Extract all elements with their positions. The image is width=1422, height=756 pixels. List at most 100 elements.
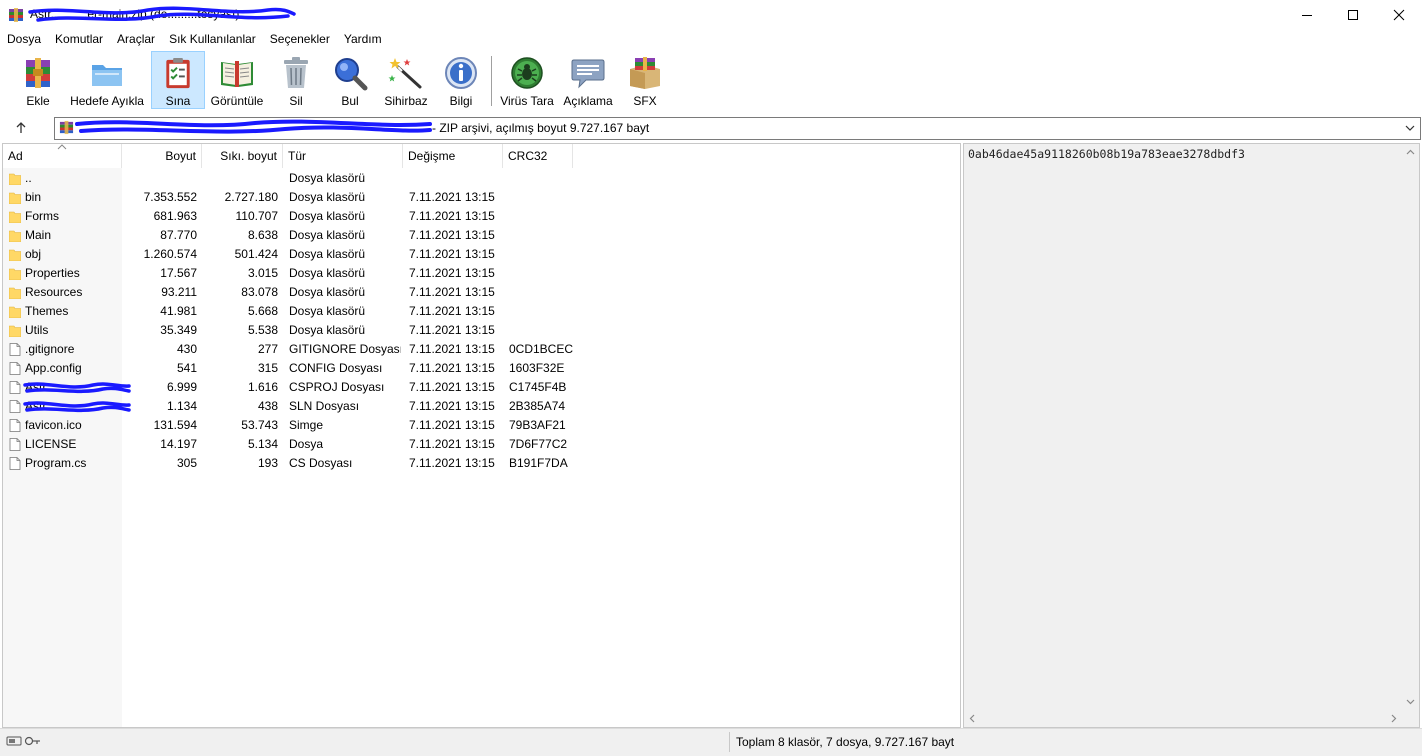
file-size: 681.963 — [153, 209, 197, 223]
file-icon — [9, 381, 21, 394]
up-folder-button[interactable] — [10, 118, 32, 138]
horizontal-scrollbar[interactable] — [964, 710, 1402, 727]
file-name: favicon.ico — [25, 418, 82, 432]
virus-scan-icon — [511, 57, 543, 89]
file-type: SLN Dosyası — [289, 399, 360, 413]
sort-up-icon — [57, 144, 67, 150]
menu-sik-kullanilanlar[interactable]: Sık Kullanılanlar — [162, 30, 263, 49]
file-row[interactable]: .. Dosya klasörü — [3, 169, 960, 188]
folder-icon — [9, 192, 21, 204]
minimize-button[interactable] — [1284, 0, 1330, 30]
sfx-button[interactable]: SFX — [622, 50, 668, 110]
find-button[interactable]: Bul — [328, 50, 372, 110]
find-magnifier-icon — [335, 58, 368, 91]
file-row[interactable]: obj 1.260.574 501.424 Dosya klasörü 7.11.202… — [3, 245, 960, 264]
file-name: LICENSE — [25, 437, 77, 451]
file-row[interactable]: Properties 17.567 3.015 Dosya klasörü 7.11.2… — [3, 264, 960, 283]
extract-to-button[interactable]: Hedefe Ayıkla — [68, 50, 146, 110]
add-button[interactable]: Ekle — [14, 50, 62, 110]
virus-scan-button[interactable]: Virüs Tara — [499, 50, 555, 110]
address-bar: - ZIP arşivi, açılmış boyut 9.727.167 ba… — [0, 115, 1422, 140]
test-button[interactable]: Sına — [151, 51, 205, 109]
folder-icon — [9, 249, 21, 261]
file-row[interactable]: Astr......... 6.999 1.616 CSPROJ Dosyası 7.1… — [3, 378, 960, 397]
file-row[interactable]: Astr......... 1.134 438 SLN Dosyası 7.11.202… — [3, 397, 960, 416]
view-button[interactable]: Görüntüle — [208, 50, 266, 110]
column-header-type[interactable]: Tür — [283, 144, 403, 168]
wizard-button[interactable]: Sihirbaz — [381, 50, 431, 110]
file-packed-size: 110.707 — [235, 209, 279, 223]
file-row[interactable]: Program.cs 305 193 CS Dosyası 7.11.2021 13:1… — [3, 454, 960, 473]
file-type: Dosya klasörü — [289, 247, 366, 261]
view-book-icon — [221, 61, 253, 87]
file-name: Program.cs — [25, 456, 87, 470]
find-label: Bul — [341, 94, 359, 108]
info-icon — [445, 57, 477, 89]
close-button[interactable] — [1376, 0, 1422, 30]
delete-label: Sil — [289, 94, 303, 108]
file-crc32: 2B385A74 — [509, 399, 566, 413]
file-list[interactable]: Ad Boyut Sıkı. boyut Tür Değişme CRC32 .… — [2, 143, 961, 728]
file-row[interactable]: bin 7.353.552 2.727.180 Dosya klasörü 7.11.2… — [3, 188, 960, 207]
file-modified: 7.11.2021 13:15 — [409, 342, 495, 356]
status-summary: Toplam 8 klasör, 7 dosya, 9.727.167 bayt — [736, 735, 955, 749]
file-icon — [9, 343, 21, 356]
file-size: 41.981 — [160, 304, 197, 318]
extract-folder-icon — [92, 65, 122, 86]
comment-button[interactable]: Açıklama — [561, 50, 615, 110]
column-header-modified[interactable]: Değişme — [403, 144, 503, 168]
address-combobox[interactable]: - ZIP arşivi, açılmış boyut 9.727.167 ba… — [54, 117, 1421, 140]
archive-comment-text: 0ab46dae45a9118260b08b19a783eae3278dbdf3 — [968, 147, 1245, 161]
comment-icon — [571, 59, 605, 89]
file-type: Dosya klasörü — [289, 304, 366, 318]
info-button[interactable]: Bilgi — [440, 50, 482, 110]
folder-icon — [9, 287, 21, 299]
file-modified: 7.11.2021 13:15 — [409, 456, 495, 470]
scroll-up-arrow-icon[interactable] — [1402, 144, 1419, 161]
menu-dosya[interactable]: Dosya — [0, 30, 48, 49]
file-row[interactable]: .gitignore 430 277 GITIGNORE Dosyası 7.11.20… — [3, 340, 960, 359]
maximize-icon — [1348, 10, 1358, 20]
file-row[interactable]: Main 87.770 8.638 Dosya klasörü 7.11.2021 13… — [3, 226, 960, 245]
file-name: Astr......... — [25, 399, 76, 413]
maximize-button[interactable] — [1330, 0, 1376, 30]
title-bar[interactable]: Astr...........er-main.zip (de.........t… — [0, 0, 1422, 30]
vertical-scrollbar[interactable] — [1402, 144, 1419, 710]
file-packed-size: 193 — [257, 456, 278, 470]
delete-button[interactable]: Sil — [274, 50, 318, 110]
test-label: Sına — [165, 94, 191, 108]
scroll-down-arrow-icon[interactable] — [1402, 693, 1419, 710]
menu-yardim[interactable]: Yardım — [337, 30, 389, 49]
menu-komutlar[interactable]: Komutlar — [48, 30, 110, 49]
file-type: Dosya — [289, 437, 324, 451]
toolbar-separator — [491, 56, 492, 106]
file-row[interactable]: App.config 541 315 CONFIG Dosyası 7.11.2021 … — [3, 359, 960, 378]
file-row[interactable]: LICENSE 14.197 5.134 Dosya 7.11.2021 13:15 7D… — [3, 435, 960, 454]
menu-araclar[interactable]: Araçlar — [110, 30, 162, 49]
file-crc32 — [509, 264, 575, 283]
file-packed-size: 1.616 — [247, 380, 278, 394]
file-row[interactable]: Themes 41.981 5.668 Dosya klasörü 7.11.2021 … — [3, 302, 960, 321]
folder-icon — [9, 211, 21, 223]
address-dropdown-button[interactable] — [1402, 120, 1418, 136]
column-header-packed[interactable]: Sıkı. boyut — [202, 144, 283, 168]
file-row[interactable]: Utils 35.349 5.538 Dosya klasörü 7.11.2021 1… — [3, 321, 960, 340]
scroll-left-arrow-icon[interactable] — [964, 710, 981, 727]
menu-secenekler[interactable]: Seçenekler — [263, 30, 337, 49]
file-row[interactable]: Resources 93.211 83.078 Dosya klasörü 7.11.2… — [3, 283, 960, 302]
scroll-right-arrow-icon[interactable] — [1385, 710, 1402, 727]
file-type: CS Dosyası — [289, 456, 353, 470]
file-name: Forms — [25, 209, 59, 223]
file-row[interactable]: favicon.ico 131.594 53.743 Simge 7.11.2021 1… — [3, 416, 960, 435]
archive-icon — [59, 120, 74, 135]
file-type: Dosya klasörü — [289, 285, 366, 299]
file-name: obj — [25, 247, 42, 261]
column-header-crc32[interactable]: CRC32 — [503, 144, 573, 168]
status-separator — [729, 732, 730, 752]
file-size: 305 — [176, 456, 197, 470]
column-header-size[interactable]: Boyut — [122, 144, 202, 168]
file-row[interactable]: Forms 681.963 110.707 Dosya klasörü 7.11.202… — [3, 207, 960, 226]
file-icon — [9, 400, 21, 413]
comment-pane[interactable]: 0ab46dae45a9118260b08b19a783eae3278dbdf3 — [963, 143, 1420, 728]
file-crc32 — [509, 169, 575, 188]
